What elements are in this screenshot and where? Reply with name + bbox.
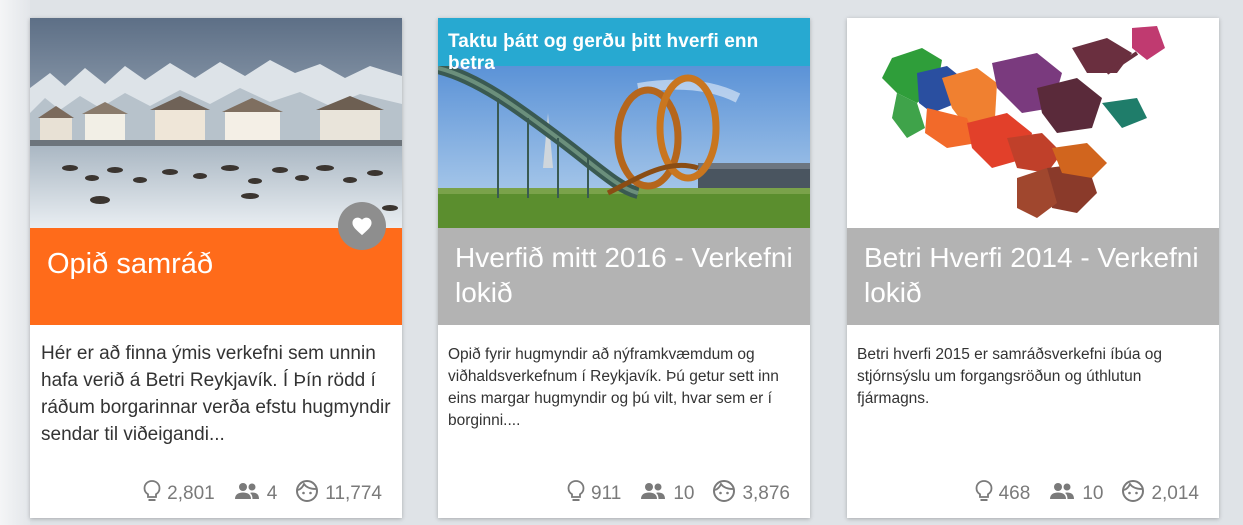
- idea-count-value: 468: [998, 483, 1031, 504]
- face-icon: [1121, 479, 1151, 509]
- card-image-rollercoaster: Taktu þátt og gerðu þitt hverfi enn betr…: [438, 18, 810, 228]
- view-count-value: 11,774: [325, 483, 382, 504]
- people-icon: [639, 482, 673, 506]
- card-description: Hér er að finna ýmis verkefni sem un­nin…: [41, 343, 391, 445]
- card-stats: 2,801 4 11,774: [125, 479, 382, 509]
- user-count: 10: [639, 482, 694, 506]
- card-title[interactable]: Betri Hverfi 2014 - Verkefni lokið: [847, 228, 1219, 325]
- idea-count-value: 911: [591, 483, 622, 504]
- view-count: 3,876: [712, 479, 790, 509]
- view-count: 2,014: [1121, 479, 1199, 509]
- heart-icon[interactable]: [338, 202, 386, 250]
- lightbulb-icon: [975, 479, 999, 509]
- card-image-district-map: [847, 18, 1219, 228]
- user-count: 4: [233, 482, 278, 506]
- view-count: 11,774: [295, 479, 382, 509]
- lightbulb-icon: [143, 479, 167, 509]
- lightbulb-icon: [567, 479, 591, 509]
- group-card-my-neighborhood-2016[interactable]: Taktu þátt og gerðu þitt hverfi enn betr…: [438, 18, 810, 518]
- card-description: Opið fyrir hugmyndir að nýframkvæmdum og…: [448, 346, 779, 429]
- promo-banner: Taktu þátt og gerðu þitt hverfi enn betr…: [438, 18, 810, 74]
- face-icon: [295, 479, 325, 509]
- user-count-value: 10: [673, 483, 695, 504]
- card-image-winter-lake: [30, 18, 402, 228]
- user-count-value: 10: [1082, 483, 1104, 504]
- group-card-open-consultation[interactable]: Opið samráð Hér er að finna ýmis verkefn…: [30, 18, 402, 518]
- idea-count-value: 2,801: [167, 483, 215, 504]
- card-stats: 468 10 2,014: [957, 479, 1199, 509]
- people-icon: [233, 482, 267, 506]
- card-description: Betri hverfi 2015 er samráðsverkefni íbú…: [857, 346, 1162, 407]
- view-count-value: 2,014: [1151, 483, 1199, 504]
- card-stats: 911 10 3,876: [549, 479, 790, 509]
- user-count-value: 4: [266, 483, 278, 504]
- view-count-value: 3,876: [742, 483, 790, 504]
- card-title[interactable]: Hverfið mitt 2016 - Verkefni lokið: [438, 228, 810, 325]
- group-card-better-neighborhoods-2014[interactable]: Betri Hverfi 2014 - Verkefni lokið Betri…: [847, 18, 1219, 518]
- idea-count: 2,801: [143, 479, 215, 509]
- face-icon: [712, 479, 742, 509]
- page-background: [0, 0, 30, 525]
- idea-count: 468: [975, 479, 1031, 509]
- user-count: 10: [1048, 482, 1103, 506]
- people-icon: [1048, 482, 1082, 506]
- idea-count: 911: [567, 479, 621, 509]
